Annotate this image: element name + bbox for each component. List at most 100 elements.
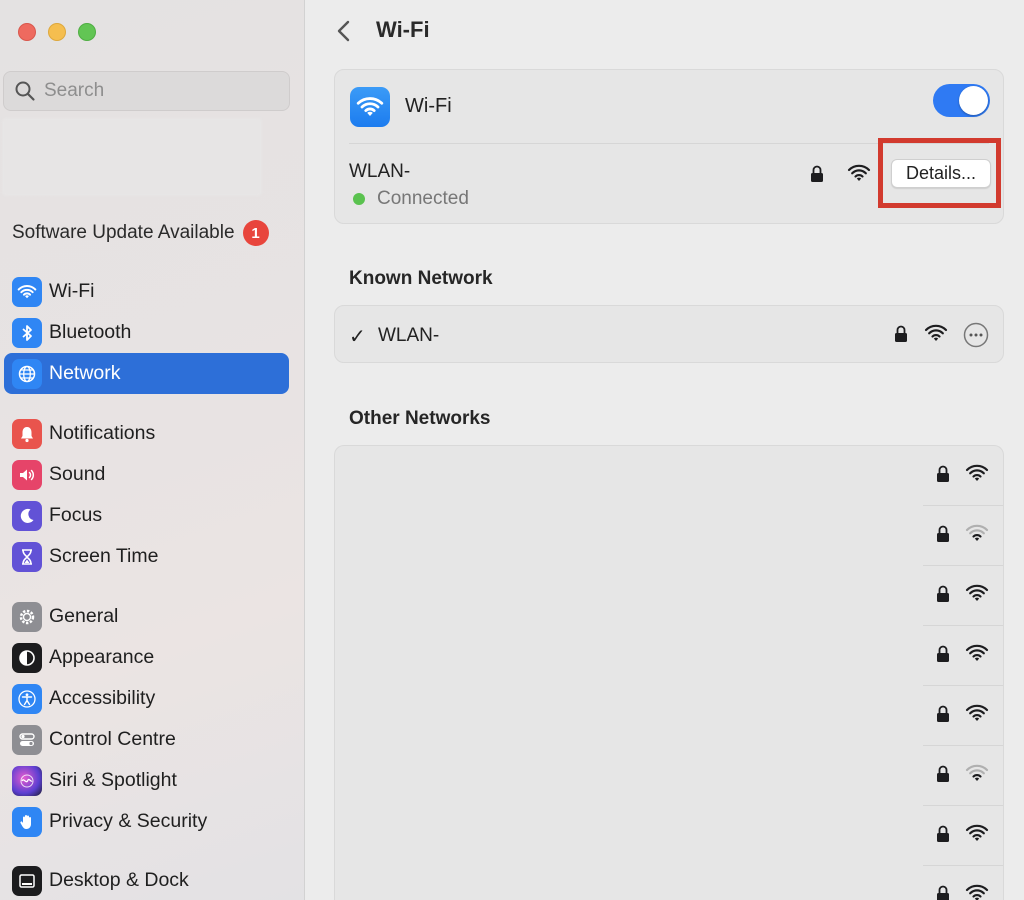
sidebar-item-screen-time[interactable]: Screen Time [4, 536, 289, 577]
sidebar-group-network: Wi-Fi Bluetooth Network [4, 271, 289, 394]
sidebar-item-bluetooth[interactable]: Bluetooth [4, 312, 289, 353]
sidebar-item-label: Wi-Fi [49, 280, 95, 302]
wifi-signal-icon [965, 584, 989, 604]
sidebar-item-notifications[interactable]: Notifications [4, 413, 289, 454]
lock-icon [935, 524, 951, 544]
known-network-name: WLAN- [378, 325, 440, 346]
wifi-signal-icon [965, 824, 989, 844]
speaker-icon [12, 459, 42, 490]
back-button[interactable] [333, 18, 357, 44]
appearance-icon [12, 642, 42, 673]
lock-icon [935, 464, 951, 484]
other-networks-title: Other Networks [349, 408, 491, 429]
gear-icon [12, 601, 42, 632]
sidebar-item-network[interactable]: Network [4, 353, 289, 394]
network-row[interactable] [335, 806, 1003, 866]
sidebar-item-label: Accessibility [49, 687, 156, 709]
sidebar-item-label: Screen Time [49, 545, 159, 567]
network-row[interactable] [335, 506, 1003, 566]
update-badge: 1 [242, 220, 269, 246]
close-button[interactable] [18, 23, 36, 41]
software-update-label: Software Update Available [12, 222, 235, 243]
status-text: Connected [377, 188, 469, 209]
lock-icon [935, 644, 951, 664]
lock-icon [811, 165, 823, 182]
sidebar-item-appearance[interactable]: Appearance [4, 637, 289, 678]
search-icon [15, 81, 35, 101]
sidebar-item-privacy-security[interactable]: Privacy & Security [4, 801, 289, 842]
sidebar-item-sound[interactable]: Sound [4, 454, 289, 495]
sidebar-item-label: Desktop & Dock [49, 869, 189, 891]
search-box[interactable] [3, 71, 290, 111]
details-highlight-box [878, 138, 1001, 208]
wifi-signal-icon [965, 524, 989, 544]
sidebar-item-general[interactable]: General [4, 596, 289, 637]
account-card[interactable] [2, 118, 262, 196]
current-network-name: WLAN- [349, 161, 411, 182]
wifi-signal-icon [924, 324, 948, 341]
sidebar-item-wifi[interactable]: Wi-Fi [4, 271, 289, 312]
sidebar-item-label: Bluetooth [49, 321, 132, 343]
network-row[interactable] [335, 866, 1003, 900]
sidebar-group-notifications: Notifications Sound Focus Screen Time [4, 413, 289, 577]
sidebar-item-label: Focus [49, 504, 103, 526]
control-centre-icon [12, 724, 42, 755]
sidebar-item-label: General [49, 605, 119, 627]
globe-icon [12, 358, 42, 389]
wifi-icon [12, 276, 42, 307]
other-networks-list [334, 445, 1004, 900]
sidebar-item-label: Network [49, 362, 121, 384]
siri-icon [12, 765, 42, 796]
wifi-app-icon [350, 87, 390, 127]
lock-icon [935, 764, 951, 784]
sidebar-item-label: Sound [49, 463, 106, 485]
search-input[interactable] [44, 80, 274, 102]
lock-icon [895, 325, 907, 342]
toggle-knob [959, 86, 988, 115]
status-dot [353, 193, 365, 205]
sidebar-item-label: Notifications [49, 422, 156, 444]
network-row[interactable] [335, 566, 1003, 626]
sidebar-group-general: General Appearance Accessibility Control… [4, 596, 289, 842]
sidebar-item-focus[interactable]: Focus [4, 495, 289, 536]
wifi-signal-icon [965, 704, 989, 724]
known-network-title: Known Network [349, 268, 493, 289]
hand-icon [12, 806, 42, 837]
moon-icon [12, 500, 42, 531]
bell-icon [12, 418, 42, 449]
connection-status: Connected [353, 188, 469, 210]
wifi-label: Wi-Fi [405, 95, 452, 117]
sidebar-item-accessibility[interactable]: Accessibility [4, 678, 289, 719]
wifi-signal-icon [965, 464, 989, 484]
wifi-signal-icon [965, 884, 989, 900]
lock-icon [935, 824, 951, 844]
sidebar-item-label: Siri & Spotlight [49, 769, 177, 791]
more-options-icon[interactable] [963, 322, 989, 348]
sidebar-item-label: Control Centre [49, 728, 176, 750]
checkmark-icon: ✓ [349, 326, 366, 348]
minimize-button[interactable] [48, 23, 66, 41]
main-panel: Wi-Fi Wi-Fi WLAN- Connected Details... K… [305, 0, 1024, 900]
wifi-toggle[interactable] [933, 84, 990, 117]
accessibility-icon [12, 683, 42, 714]
window-controls [18, 23, 96, 41]
sidebar: Software Update Available 1 Wi-Fi Blueto… [0, 0, 305, 900]
lock-icon [935, 884, 951, 900]
network-row[interactable] [335, 746, 1003, 806]
sidebar-item-desktop-dock[interactable]: Desktop & Dock [4, 860, 289, 900]
sidebar-item-siri-spotlight[interactable]: Siri & Spotlight [4, 760, 289, 801]
network-row[interactable] [335, 446, 1003, 506]
zoom-button[interactable] [78, 23, 96, 41]
sidebar-item-label: Appearance [49, 646, 155, 668]
hourglass-icon [12, 541, 42, 572]
sidebar-item-control-centre[interactable]: Control Centre [4, 719, 289, 760]
wifi-signal-icon [847, 164, 871, 181]
lock-icon [935, 704, 951, 724]
sidebar-item-label: Privacy & Security [49, 810, 208, 832]
network-row[interactable] [335, 626, 1003, 686]
known-network-row[interactable]: ✓ WLAN- [334, 305, 1004, 363]
network-row[interactable] [335, 686, 1003, 746]
wifi-signal-icon [965, 644, 989, 664]
software-update-item[interactable]: Software Update Available 1 [12, 220, 282, 246]
lock-icon [935, 584, 951, 604]
